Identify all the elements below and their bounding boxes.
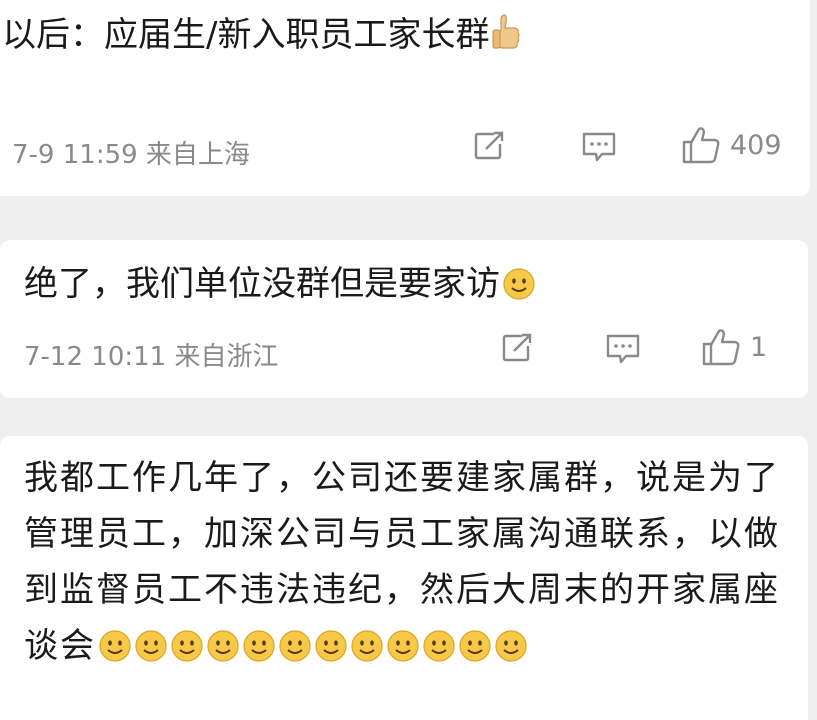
comment-text-content: 绝了，我们单位没群但是要家访	[24, 264, 500, 304]
like-count: 1	[750, 331, 768, 363]
comment-card: 绝了，我们单位没群但是要家访 7-12 10:11 来自浙江 1	[0, 240, 808, 398]
smile-emoji-icon	[315, 630, 347, 662]
thumbs-up-icon	[702, 329, 740, 366]
comment-meta: 7-12 10:11 来自浙江	[24, 342, 279, 372]
like-button[interactable]: 1	[700, 326, 767, 368]
smile-emoji-icon	[171, 630, 203, 662]
smile-emoji-icon	[207, 630, 239, 662]
smile-emoji-icon	[135, 630, 167, 662]
comment-meta: 7-9 11:59 来自上海	[12, 140, 250, 170]
smile-emoji-icon	[351, 630, 383, 662]
comment-button[interactable]	[604, 332, 642, 364]
smile-emoji-icon	[99, 630, 131, 662]
smile-emoji-icon	[423, 630, 455, 662]
share-button[interactable]	[472, 130, 506, 160]
smile-emoji-icon	[503, 268, 535, 300]
emoji-run	[96, 626, 528, 666]
like-count: 409	[730, 129, 782, 161]
comment-card: 我都工作几年了，公司还要建家属群，说是为了管理员工，加深公司与员工家属沟通联系，…	[0, 436, 808, 720]
smile-emoji-icon	[459, 630, 491, 662]
comment-text: 以后：应届生/新入职员工家长群	[2, 12, 521, 55]
smile-emoji-icon	[279, 630, 311, 662]
comment-text-content: 以后：应届生/新入职员工家长群	[2, 15, 490, 55]
comment-text: 绝了，我们单位没群但是要家访	[24, 264, 536, 304]
smile-emoji-icon	[387, 630, 419, 662]
thumbs-up-emoji-icon	[492, 14, 521, 49]
share-icon	[474, 131, 504, 160]
comment-text: 我都工作几年了，公司还要建家属群，说是为了管理员工，加深公司与员工家属沟通联系，…	[24, 450, 796, 674]
smile-emoji-icon	[495, 630, 527, 662]
smile-emoji-icon	[243, 630, 275, 662]
comment-button[interactable]	[580, 130, 618, 162]
comment-icon	[582, 132, 616, 162]
like-button[interactable]: 409	[680, 124, 782, 166]
share-icon	[502, 333, 532, 362]
share-button[interactable]	[500, 332, 534, 362]
comment-card: 以后：应届生/新入职员工家长群 7-9 11:59 来自上海 409	[0, 0, 810, 196]
comment-icon	[606, 334, 640, 364]
thumbs-up-icon	[682, 127, 720, 164]
